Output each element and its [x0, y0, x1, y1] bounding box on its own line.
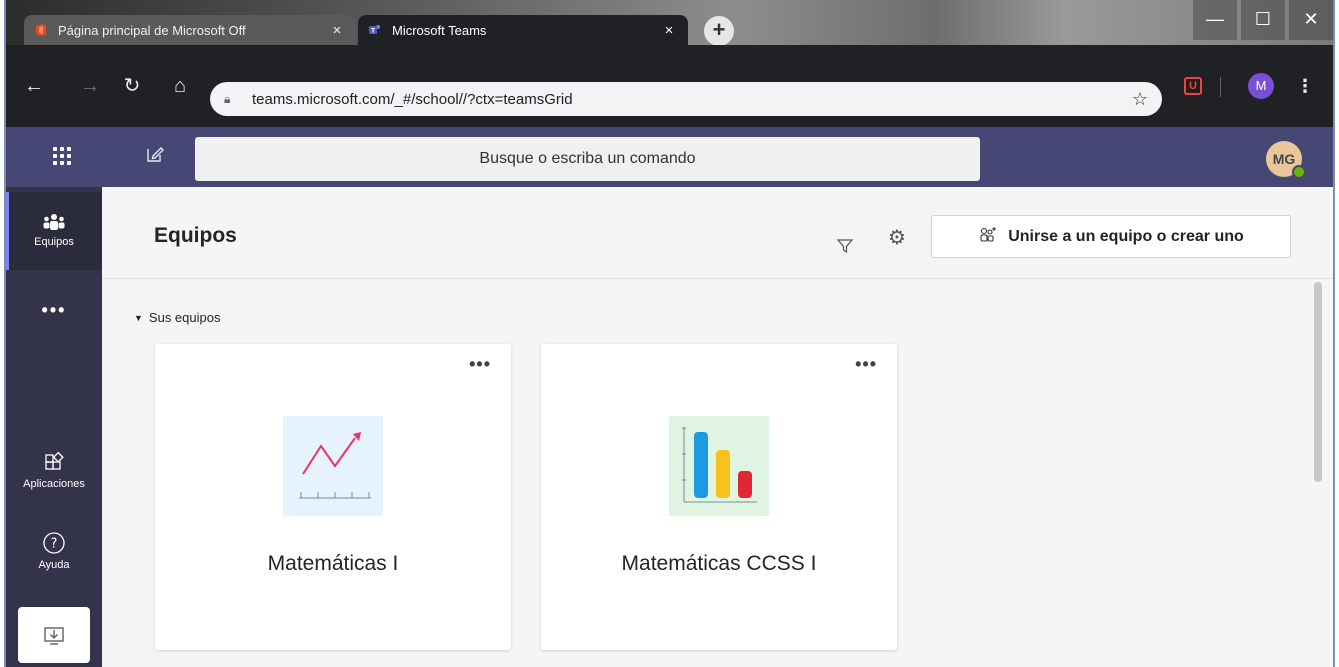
team-avatar — [669, 416, 769, 516]
download-app-button[interactable] — [18, 607, 90, 663]
team-card-more-icon[interactable]: ••• — [855, 354, 877, 375]
tab-close-icon[interactable]: × — [660, 22, 678, 39]
tab-title: Microsoft Teams — [392, 22, 487, 38]
bookmark-star-icon[interactable]: ☆ — [1132, 89, 1148, 110]
pencil-square-icon — [147, 147, 164, 162]
back-arrow-icon[interactable]: ← — [20, 72, 48, 100]
rail-item-help[interactable]: ? Ayuda — [6, 531, 102, 571]
menu-kebab-icon[interactable]: ⋮ — [1296, 74, 1314, 98]
tab-strip: Página principal de Microsoft Off × T Mi… — [6, 0, 1333, 46]
filter-icon[interactable] — [835, 237, 855, 257]
team-name: Matemáticas I — [267, 552, 399, 575]
vertical-scrollbar[interactable] — [1314, 282, 1322, 482]
url-text: teams.microsoft.com/_#/school//?ctx=team… — [252, 90, 573, 108]
office-icon — [36, 24, 46, 36]
help-icon: ? — [43, 532, 65, 554]
join-or-create-team-button[interactable]: Unirse a un equipo o crear uno — [931, 215, 1291, 258]
join-button-label: Unirse a un equipo o crear uno — [1008, 227, 1244, 245]
teams-people-icon — [43, 214, 65, 230]
more-apps-icon[interactable]: ••• — [6, 300, 102, 321]
profile-avatar[interactable]: M — [1248, 73, 1274, 99]
apps-icon — [45, 452, 64, 470]
rail-label: Ayuda — [38, 559, 70, 571]
address-bar[interactable]: 🔒︎ teams.microsoft.com/_#/school//?ctx=t… — [210, 82, 1162, 116]
reload-icon[interactable]: ↻ — [118, 72, 146, 100]
line-chart-icon — [299, 432, 371, 499]
team-name: Matemáticas CCSS I — [621, 552, 817, 575]
window-close-icon[interactable]: ✕ — [1289, 0, 1333, 40]
home-icon[interactable]: ⌂ — [166, 72, 194, 100]
section-toggle-your-teams[interactable]: ▼ Sus equipos — [134, 310, 220, 325]
svg-text:?: ? — [51, 537, 58, 552]
tab-close-icon[interactable]: × — [328, 22, 346, 39]
forward-arrow-icon[interactable]: → — [76, 72, 104, 100]
app-launcher-icon[interactable] — [50, 144, 74, 168]
tab-title: Página principal de Microsoft Off — [58, 22, 246, 38]
download-icon — [44, 627, 64, 645]
team-card[interactable]: ••• Matemáticas CCSS I — [541, 344, 897, 650]
rail-item-apps[interactable]: Aplicaciones — [6, 452, 102, 490]
rail-label: Aplicaciones — [23, 478, 85, 490]
team-card[interactable]: ••• Matemáticas I — [155, 344, 511, 650]
extension-shield-icon[interactable]: U — [1184, 77, 1202, 95]
add-people-icon — [978, 226, 998, 247]
main-panel: Equipos ⚙ Unirse a un equipo o crear uno… — [102, 187, 1333, 667]
browser-window: Página principal de Microsoft Off × T Mi… — [4, 0, 1335, 667]
minimize-icon[interactable]: — — [1193, 0, 1237, 40]
caret-down-icon: ▼ — [134, 312, 143, 323]
funnel-icon — [836, 239, 854, 254]
tab-microsoft-teams[interactable]: T Microsoft Teams × — [358, 15, 688, 45]
tab-office-home[interactable]: Página principal de Microsoft Off × — [24, 15, 356, 45]
page-title: Equipos — [154, 224, 237, 247]
lock-icon: 🔒︎ — [224, 91, 231, 106]
teams-icon: T — [369, 25, 380, 35]
maximize-icon[interactable]: ☐ — [1241, 0, 1285, 40]
toolbar-divider — [1220, 77, 1221, 97]
section-label: Sus equipos — [148, 310, 221, 325]
page-header: Equipos ⚙ Unirse a un equipo o crear uno — [102, 187, 1333, 279]
compose-icon[interactable] — [142, 144, 168, 170]
rail-label: Equipos — [34, 236, 74, 248]
team-avatar — [283, 416, 383, 516]
rail-item-teams[interactable]: Equipos — [6, 192, 102, 270]
command-search-input[interactable]: Busque o escriba un comando — [195, 137, 980, 181]
bar-chart-icon — [682, 427, 757, 503]
new-tab-button[interactable]: + — [704, 16, 734, 46]
team-card-more-icon[interactable]: ••• — [469, 354, 491, 375]
settings-gear-icon[interactable]: ⚙ — [884, 225, 910, 251]
presence-available-icon — [1292, 165, 1306, 179]
